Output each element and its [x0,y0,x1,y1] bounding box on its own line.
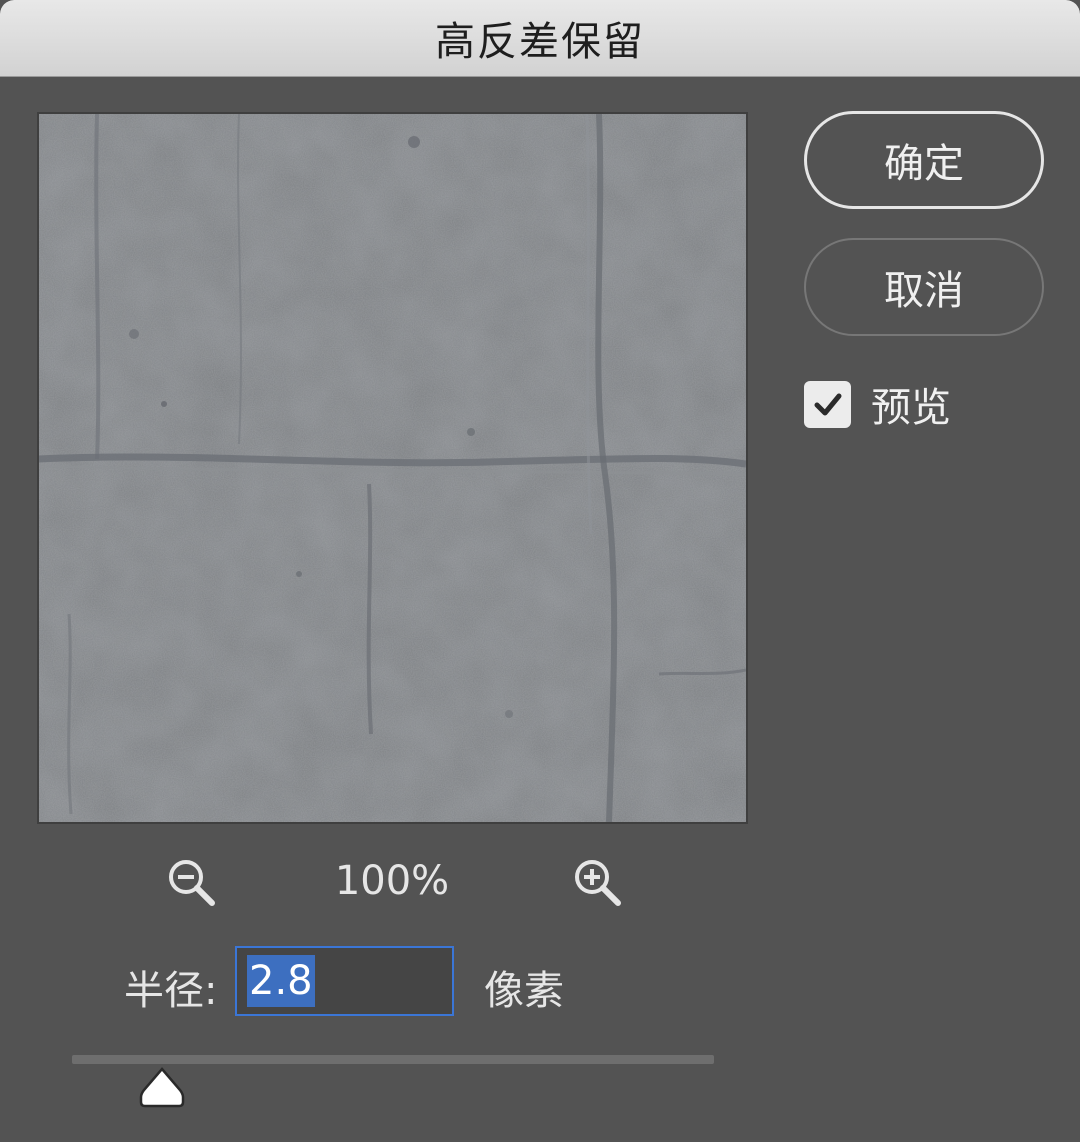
dialog-title: 高反差保留 [435,19,645,65]
radius-slider-thumb[interactable] [139,1066,185,1108]
preview-checkbox[interactable] [804,380,851,428]
checkmark-icon [814,393,841,416]
preview-checkbox-label: 预览 [871,385,951,431]
zoom-in-icon[interactable] [571,856,625,910]
radius-label: 半径: [124,968,218,1014]
cancel-button[interactable]: 取消 [804,238,1044,336]
zoom-out-icon[interactable] [165,856,219,910]
radius-unit-label: 像素 [484,968,564,1014]
title-bar[interactable]: 高反差保留 [0,0,1080,77]
concrete-texture-preview [39,114,746,822]
radius-slider-track[interactable] [72,1055,714,1064]
cancel-button-label: 取消 [884,268,964,314]
preview-option: 预览 [804,380,951,431]
high-pass-dialog: 高反差保留 100% 半径: 2.8 像素 确定 取消 预览 [0,0,1080,1142]
radius-value-selected[interactable]: 2.8 [247,955,315,1007]
zoom-level-text: 100% [334,858,450,904]
zoom-controls: 100% [37,850,748,914]
ok-button[interactable]: 确定 [804,111,1044,209]
ok-button-label: 确定 [884,141,964,187]
preview-image[interactable] [37,112,748,824]
radius-input[interactable]: 2.8 [235,946,454,1016]
